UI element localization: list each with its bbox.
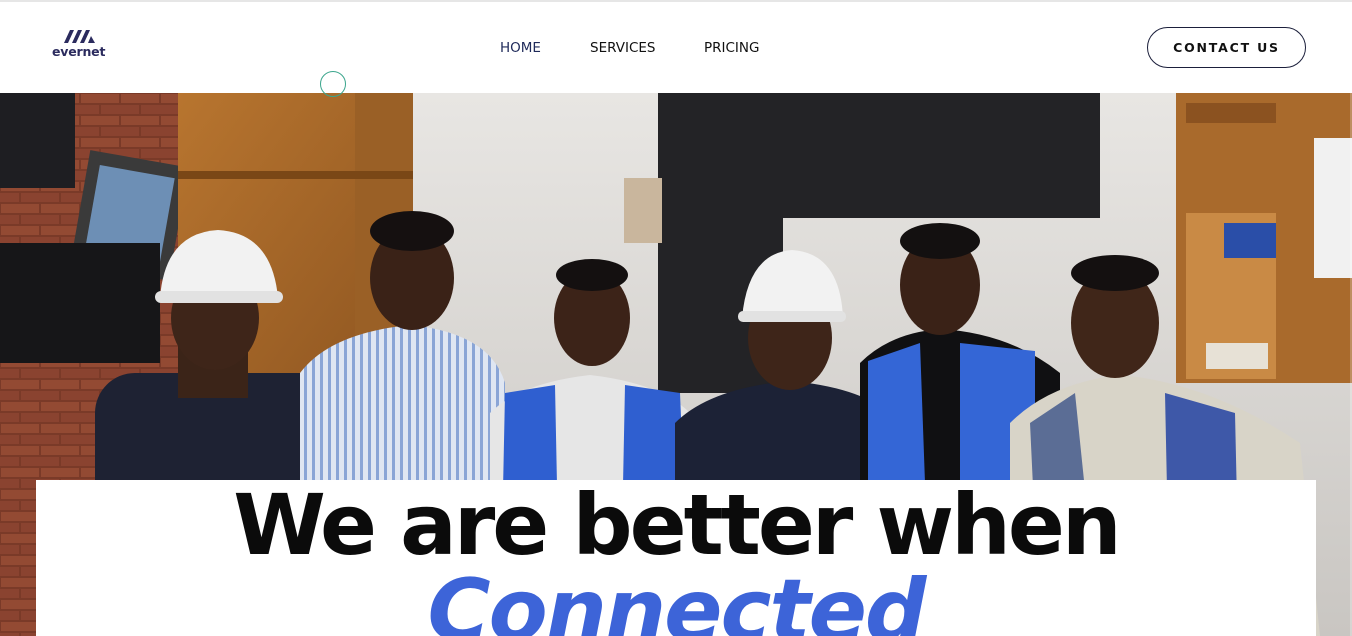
hero-section: We are better when Connected	[0, 93, 1352, 636]
nav-home[interactable]: HOME	[500, 40, 541, 56]
site-header: evernet HOME SERVICES PRICING CONTACT US	[0, 2, 1352, 93]
nav-pricing[interactable]: PRICING	[704, 40, 759, 56]
hero-headline: We are better when	[233, 476, 1121, 574]
nav-services[interactable]: SERVICES	[590, 40, 655, 56]
hero-headline-accent: Connected	[427, 561, 927, 636]
contact-us-button[interactable]: CONTACT US	[1147, 27, 1306, 68]
cursor-ring	[320, 71, 346, 97]
hero-caption-card: We are better when Connected	[36, 480, 1316, 636]
